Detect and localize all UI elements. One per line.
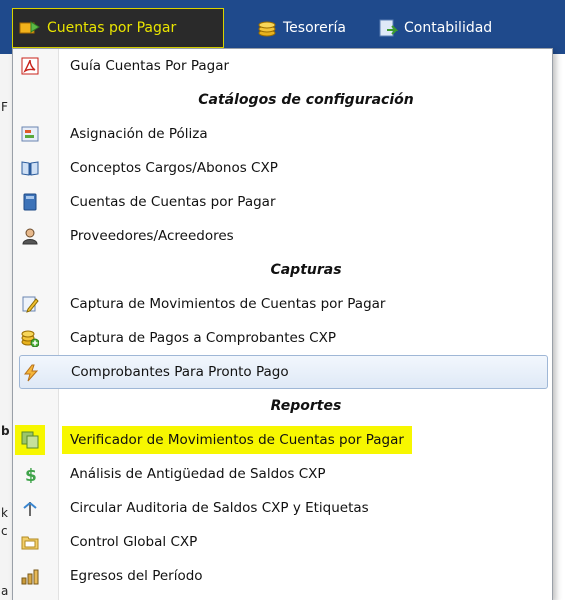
menu-item-label: Conceptos Cargos/Abonos CXP — [70, 160, 278, 176]
section-header-capturas: Capturas — [270, 262, 342, 278]
top-menu-bar: Cuentas por Pagar Tesorería Contabilidad — [0, 0, 565, 54]
menu-item-label: Egresos del Período — [70, 568, 203, 584]
background-text: b — [1, 424, 10, 438]
background-text: k — [1, 506, 8, 520]
menu-item-captura-movimientos[interactable]: Captura de Movimientos de Cuentas por Pa… — [13, 287, 552, 321]
menu-label: Contabilidad — [404, 20, 493, 36]
menu-label: Cuentas por Pagar — [47, 20, 177, 36]
background-text: c — [1, 524, 8, 538]
menu-item-asignacion-poliza[interactable]: Asignación de Póliza — [13, 117, 552, 151]
section-header-catalogos: Catálogos de configuración — [198, 92, 414, 108]
menu-item-control-global[interactable]: Control Global CXP — [13, 525, 552, 559]
menu-item-verificador[interactable]: Verificador de Movimientos de Cuentas po… — [13, 423, 552, 457]
menu-item-cuentas-de-cuentas[interactable]: Cuentas de Cuentas por Pagar — [13, 185, 552, 219]
menu-item-label: Análisis de Antigüedad de Saldos CXP — [70, 466, 326, 482]
menu-tesoreria[interactable]: Tesorería — [257, 8, 346, 48]
chart-stack-icon — [21, 567, 39, 585]
menu-item-label: Captura de Pagos a Comprobantes CXP — [70, 330, 336, 346]
payables-icon — [19, 19, 41, 37]
menu-item-guia[interactable]: Guía Cuentas Por Pagar — [13, 49, 552, 83]
supplier-icon — [21, 227, 39, 245]
background-page-edge: F b k c a — [0, 54, 12, 600]
ledger-icon — [21, 193, 39, 211]
menu-item-proveedores[interactable]: Proveedores/Acreedores — [13, 219, 552, 253]
signpost-icon — [21, 499, 39, 517]
menu-item-label: Verificador de Movimientos de Cuentas po… — [62, 426, 412, 454]
coins-add-icon — [21, 329, 40, 348]
lightning-icon — [22, 364, 40, 382]
menu-label: Tesorería — [283, 20, 346, 36]
background-text: F — [1, 100, 8, 114]
svg-text:$: $ — [25, 466, 37, 483]
treasury-icon — [257, 18, 277, 38]
folder-icon — [21, 533, 39, 551]
menu-item-label: Proveedores/Acreedores — [70, 228, 234, 244]
policy-assignment-icon — [21, 125, 39, 143]
menu-item-pronto-pago[interactable]: Comprobantes Para Pronto Pago — [19, 355, 548, 389]
menu-item-captura-pagos[interactable]: Captura de Pagos a Comprobantes CXP — [13, 321, 552, 355]
menu-item-label: Comprobantes Para Pronto Pago — [71, 364, 289, 380]
menu-item-circular-auditoria[interactable]: Circular Auditoria de Saldos CXP y Etiqu… — [13, 491, 552, 525]
book-icon — [21, 159, 39, 177]
menu-item-label: Guía Cuentas Por Pagar — [70, 58, 230, 74]
menu-item-label: Asignación de Póliza — [70, 126, 208, 142]
pdf-icon — [21, 57, 39, 75]
cuentas-por-pagar-dropdown: Guía Cuentas Por Pagar Catálogos de conf… — [12, 48, 553, 600]
dollar-icon: $ — [21, 465, 39, 486]
menu-cuentas-por-pagar[interactable]: Cuentas por Pagar — [12, 8, 224, 48]
menu-contabilidad[interactable]: Contabilidad — [378, 8, 492, 48]
section-header-reportes: Reportes — [270, 398, 342, 414]
menu-item-egresos-periodo[interactable]: Egresos del Período — [13, 559, 552, 593]
menu-item-analisis-antiguedad[interactable]: $ Análisis de Antigüedad de Saldos CXP — [13, 457, 552, 491]
accounting-icon — [378, 18, 398, 38]
menu-item-label: Captura de Movimientos de Cuentas por Pa… — [70, 296, 386, 312]
menu-item-label: Control Global CXP — [70, 534, 198, 550]
menu-item-conceptos-cargos[interactable]: Conceptos Cargos/Abonos CXP — [13, 151, 552, 185]
edit-document-icon — [21, 295, 39, 313]
menu-item-label: Cuentas de Cuentas por Pagar — [70, 194, 276, 210]
menu-item-label: Circular Auditoria de Saldos CXP y Etiqu… — [70, 500, 369, 516]
background-text: a — [1, 584, 9, 598]
copy-documents-icon — [21, 431, 39, 449]
